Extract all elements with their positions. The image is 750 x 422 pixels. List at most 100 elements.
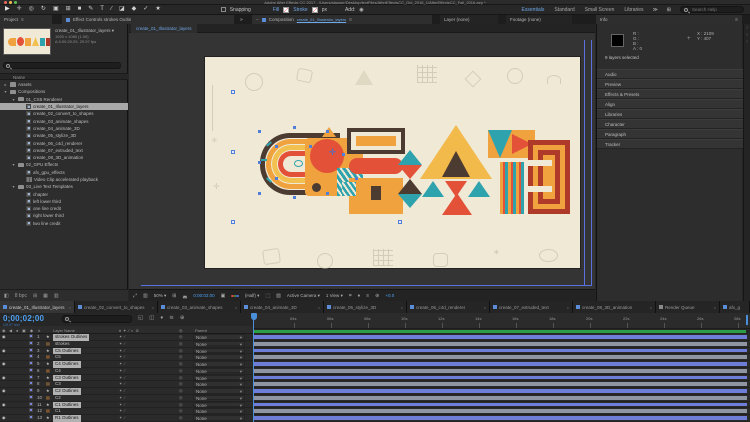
mask-visibility-icon[interactable]: ◛	[182, 293, 187, 299]
project-item-01-cs5-renderer[interactable]: ▾01_CS5 Renderer	[0, 96, 128, 103]
pickwhip-icon[interactable]: ◎	[179, 415, 183, 422]
panel-menu-icon[interactable]: ≡	[21, 17, 24, 23]
panel-paragraph[interactable]: Paragraph	[597, 129, 743, 139]
parent-dropdown[interactable]: None▾	[193, 354, 245, 360]
layer-row-c5[interactable]: 4▤C5✦∕◎None▾	[0, 354, 750, 361]
region-of-interest-icon[interactable]: ⬚	[265, 293, 270, 299]
timeline-tab-create-02-convert-to-shapes[interactable]: create_02_convert_to_shapes×	[75, 301, 158, 313]
close-icon[interactable]: ×	[235, 305, 237, 310]
timeline-tab-create-06-c4d-renderer[interactable]: create_06_c4d_renderer×	[407, 301, 490, 313]
close-icon[interactable]: ×	[152, 305, 154, 310]
eye-icon[interactable]: ◉	[2, 375, 6, 382]
eye-icon[interactable]: ◉	[2, 334, 6, 341]
pixel-aspect-icon[interactable]: ⌗	[349, 293, 352, 299]
tab-overflow-chevron[interactable]: »	[236, 15, 248, 24]
flowchart-icon[interactable]: ⊕	[375, 293, 379, 299]
path-point[interactable]	[258, 161, 261, 164]
exposure-value[interactable]: +0.0	[385, 293, 394, 298]
timeline-search-input[interactable]	[71, 316, 127, 323]
label-color-swatch[interactable]	[29, 354, 33, 358]
parent-dropdown[interactable]: None▾	[193, 395, 245, 401]
selection-handle[interactable]	[231, 150, 235, 154]
letter-e2[interactable]	[528, 140, 570, 214]
close-icon[interactable]: ×	[401, 305, 403, 310]
anchor-point-icon[interactable]: ✛	[328, 148, 337, 157]
pen-tool-icon[interactable]: ✎	[88, 5, 93, 14]
selection-handle[interactable]	[398, 220, 402, 224]
pickwhip-icon[interactable]: ◎	[179, 402, 183, 409]
layer-duration-bar[interactable]	[253, 416, 747, 420]
pickwhip-icon[interactable]: ◎	[179, 354, 183, 361]
parent-dropdown[interactable]: None▾	[193, 388, 245, 394]
draft-3d-icon[interactable]: ◫	[149, 315, 154, 321]
layer-switches[interactable]: ✦∕	[119, 348, 127, 355]
delete-item-icon[interactable]: ▥	[54, 293, 59, 299]
layer-row-r1-outlines[interactable]: ◉13★R1 Outlines✦∕◎None▾	[0, 415, 750, 422]
project-item-create-02-convert-to-shapes[interactable]: create_02_convert_to_shapes	[0, 110, 128, 117]
pickwhip-icon[interactable]: ◎	[179, 361, 183, 368]
close-icon[interactable]: ×	[69, 305, 71, 310]
new-composition-icon[interactable]: ▦	[43, 293, 48, 299]
always-preview-icon[interactable]: ⤢	[133, 293, 137, 299]
workspace-grid-icon[interactable]: ⊞	[667, 7, 671, 13]
project-item-assets[interactable]: ▸Assets	[0, 81, 128, 88]
pan-behind-tool-icon[interactable]: ⊞	[66, 5, 71, 14]
workspace-essentials[interactable]: Essentials	[522, 7, 545, 13]
close-icon[interactable]: ×	[484, 305, 486, 310]
layer-duration-bar[interactable]	[253, 342, 747, 346]
rotation-tool-icon[interactable]: ↻	[41, 5, 46, 14]
eye-icon[interactable]: ◉	[2, 361, 6, 368]
layer-name[interactable]: C2 Outlines	[53, 388, 81, 395]
panel-dock-strip[interactable]: ⁝⁝⁝	[743, 24, 750, 301]
label-color-swatch[interactable]	[29, 402, 33, 406]
label-color-swatch[interactable]	[29, 361, 33, 365]
parent-pickwhip-icon[interactable]: ◎	[179, 328, 183, 333]
selection-handle[interactable]	[231, 90, 235, 94]
path-point[interactable]	[342, 153, 345, 156]
project-item-create-08-3d-animation[interactable]: create_08_3D_animation	[0, 154, 128, 161]
camera-view-dropdown[interactable]: Active Camera ▾	[287, 293, 320, 299]
video-column-icon[interactable]: ◉	[2, 328, 6, 333]
close-icon[interactable]: ×	[318, 305, 320, 310]
selection-tool-icon[interactable]: ▶	[5, 5, 10, 14]
path-point[interactable]	[355, 177, 358, 180]
layer-switches[interactable]: ✦∕	[119, 395, 127, 402]
path-point[interactable]	[258, 130, 261, 133]
composition-canvas[interactable]: ✳ ✛ ✶	[205, 57, 580, 268]
project-name-column-header[interactable]: Name	[0, 73, 128, 80]
project-item-create-07-extruded-text[interactable]: create_07_extruded_text	[0, 147, 128, 154]
layer-duration-bar[interactable]	[253, 382, 747, 386]
layer-name[interactable]: C4	[53, 368, 63, 375]
project-item-compositions[interactable]: ▾Compositions	[0, 88, 128, 95]
parent-dropdown[interactable]: None▾	[193, 375, 245, 381]
path-point[interactable]	[326, 130, 329, 133]
layer-duration-bar[interactable]	[253, 409, 747, 413]
hide-shy-layers-icon[interactable]: ♦	[160, 315, 163, 321]
layer-switches[interactable]: ✦∕	[119, 341, 127, 348]
parent-dropdown[interactable]: None▾	[193, 368, 245, 374]
pickwhip-icon[interactable]: ◎	[179, 341, 183, 348]
help-search[interactable]	[680, 6, 744, 13]
layer-duration-bar[interactable]	[253, 396, 747, 400]
tab-footage[interactable]: Footage (none)	[506, 15, 572, 24]
layer-name[interactable]: R1 Outlines	[53, 415, 81, 422]
brush-tool-icon[interactable]: ∕	[111, 5, 112, 14]
fast-previews-icon[interactable]: ♦	[358, 293, 361, 299]
path-point[interactable]	[326, 192, 329, 195]
stroke-label[interactable]: Stroke	[293, 7, 307, 13]
playhead[interactable]	[253, 313, 254, 422]
panel-preview[interactable]: Preview	[597, 79, 743, 89]
project-item-create-04-animate-3d[interactable]: create_04_animate_3D	[0, 125, 128, 132]
eye-icon[interactable]: ◉	[2, 402, 6, 409]
timeline-search[interactable]	[62, 315, 132, 323]
path-point[interactable]	[309, 145, 312, 148]
project-item-right-lower-third[interactable]: right lower third	[0, 212, 128, 219]
letter-e1[interactable]	[347, 128, 405, 214]
layer-name[interactable]: C2	[53, 395, 63, 402]
parent-dropdown[interactable]: None▾	[193, 348, 245, 354]
fill-label[interactable]: Fill	[273, 7, 279, 13]
layer-name[interactable]: C1	[53, 408, 63, 415]
path-point[interactable]	[293, 196, 296, 199]
pickwhip-icon[interactable]: ◎	[179, 381, 183, 388]
shape-tool-icon[interactable]: ■	[78, 5, 82, 14]
